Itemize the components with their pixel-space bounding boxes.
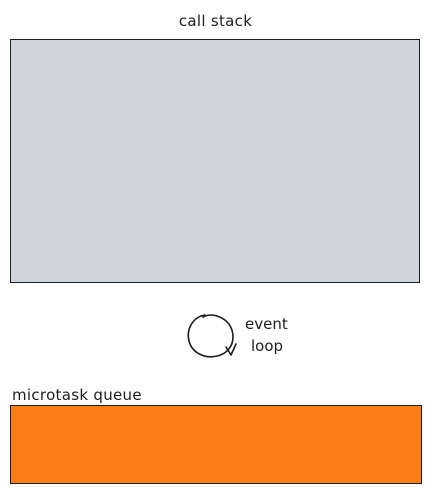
- call-stack-label: call stack: [178, 12, 253, 30]
- microtask-queue-label: microtask queue: [12, 386, 142, 404]
- circular-arrow-icon: [187, 314, 237, 358]
- event-loop-label-line2: loop: [251, 337, 284, 355]
- event-loop-label-line1: event: [245, 315, 288, 333]
- event-loop-label: event loop: [243, 313, 303, 357]
- call-stack-box: [10, 39, 420, 283]
- microtask-queue-box: [10, 405, 422, 484]
